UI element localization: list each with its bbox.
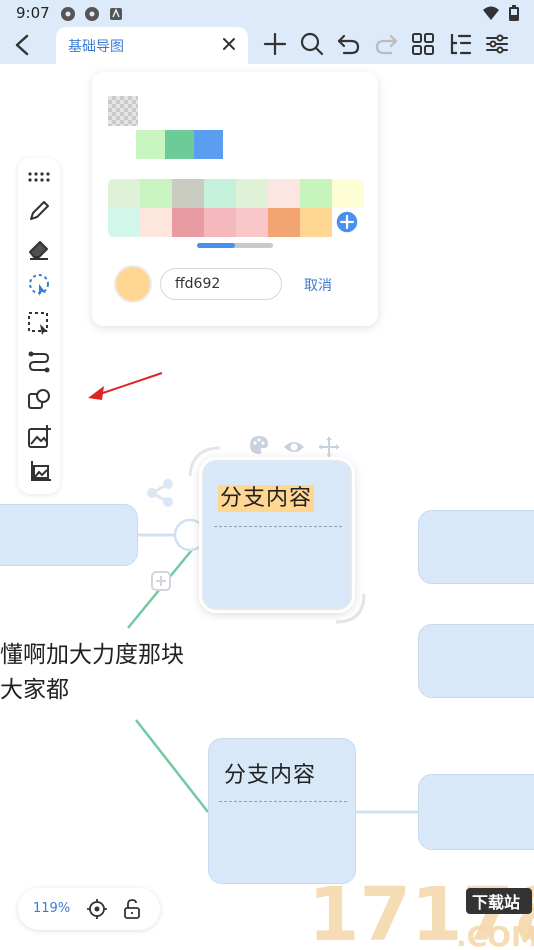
drawing-toolbar — [18, 158, 60, 494]
drag-handle-icon[interactable] — [26, 164, 52, 190]
watermark-domain: .COM — [456, 920, 534, 950]
shape-tool-icon[interactable] — [26, 386, 52, 412]
node-divider — [214, 526, 342, 527]
node-text[interactable]: 分支内容 — [224, 757, 316, 789]
current-color-swatch — [114, 265, 152, 303]
recent-color-swatch[interactable] — [165, 130, 194, 159]
zoom-controls: 119% — [18, 888, 160, 930]
palette-color-swatch[interactable] — [172, 208, 204, 237]
palette-scroll-thumb[interactable] — [197, 243, 235, 248]
watermark-tag: 下载站 — [472, 893, 520, 912]
canvas-text-line: 懂啊加大力度那块 — [0, 642, 184, 668]
recent-color-swatch[interactable] — [136, 130, 165, 159]
mindmap-node-right-top[interactable] — [418, 510, 534, 584]
mindmap-node-right-bottom[interactable] — [418, 774, 534, 850]
palette-color-swatch[interactable] — [204, 179, 236, 208]
mindmap-node-selected[interactable]: 分支内容 — [202, 460, 352, 610]
recent-colors — [136, 130, 223, 159]
palette-color-swatch[interactable] — [140, 179, 172, 208]
palette-icon[interactable] — [248, 434, 270, 456]
box-select-icon[interactable] — [26, 310, 52, 336]
palette-color-swatch[interactable] — [268, 208, 300, 237]
move-icon[interactable] — [318, 436, 340, 458]
add-color-icon[interactable] — [335, 210, 359, 234]
connector-tool-icon[interactable] — [26, 348, 52, 374]
transparent-color-swatch[interactable] — [108, 96, 138, 126]
add-node-icon[interactable] — [150, 570, 172, 592]
palette-color-swatch[interactable] — [236, 179, 268, 208]
color-picker-panel: 取消 — [92, 72, 378, 326]
locate-center-icon[interactable] — [86, 898, 108, 920]
palette-color-swatch[interactable] — [140, 208, 172, 237]
palette-color-swatch[interactable] — [172, 179, 204, 208]
palette-color-swatch[interactable] — [300, 208, 332, 237]
lasso-select-icon[interactable] — [26, 272, 52, 298]
insert-image-icon[interactable] — [26, 424, 52, 450]
zoom-level[interactable]: 119% — [33, 901, 70, 916]
palette-color-swatch[interactable] — [268, 179, 300, 208]
cancel-button[interactable]: 取消 — [304, 275, 332, 295]
pencil-icon[interactable] — [26, 198, 52, 224]
site-watermark-logo: 17178 下载站 .COM — [308, 872, 534, 950]
crop-image-icon[interactable] — [26, 460, 52, 486]
node-text[interactable]: 分支内容 — [218, 480, 315, 512]
palette-color-swatch[interactable] — [236, 208, 268, 237]
palette-color-swatch[interactable] — [204, 208, 236, 237]
mindmap-node-left[interactable] — [0, 504, 138, 566]
unlock-icon[interactable] — [121, 898, 143, 920]
palette-color-swatch[interactable] — [300, 179, 332, 208]
palette-color-swatch[interactable] — [108, 208, 140, 237]
canvas-text-block[interactable]: 懂啊加大力度那块 大家都 — [0, 638, 184, 708]
node-divider — [219, 801, 347, 802]
highlighted-node-text: 分支内容 — [218, 485, 315, 512]
share-icon[interactable] — [144, 478, 176, 508]
eye-icon[interactable] — [283, 436, 305, 458]
hex-color-input[interactable] — [160, 268, 282, 300]
canvas-text-line: 大家都 — [0, 677, 69, 703]
color-palette — [108, 179, 364, 237]
mindmap-node-right-middle[interactable] — [418, 624, 534, 698]
palette-color-swatch[interactable] — [332, 179, 364, 208]
eraser-icon[interactable] — [26, 236, 52, 262]
recent-color-swatch[interactable] — [194, 130, 223, 159]
palette-color-swatch[interactable] — [108, 179, 140, 208]
